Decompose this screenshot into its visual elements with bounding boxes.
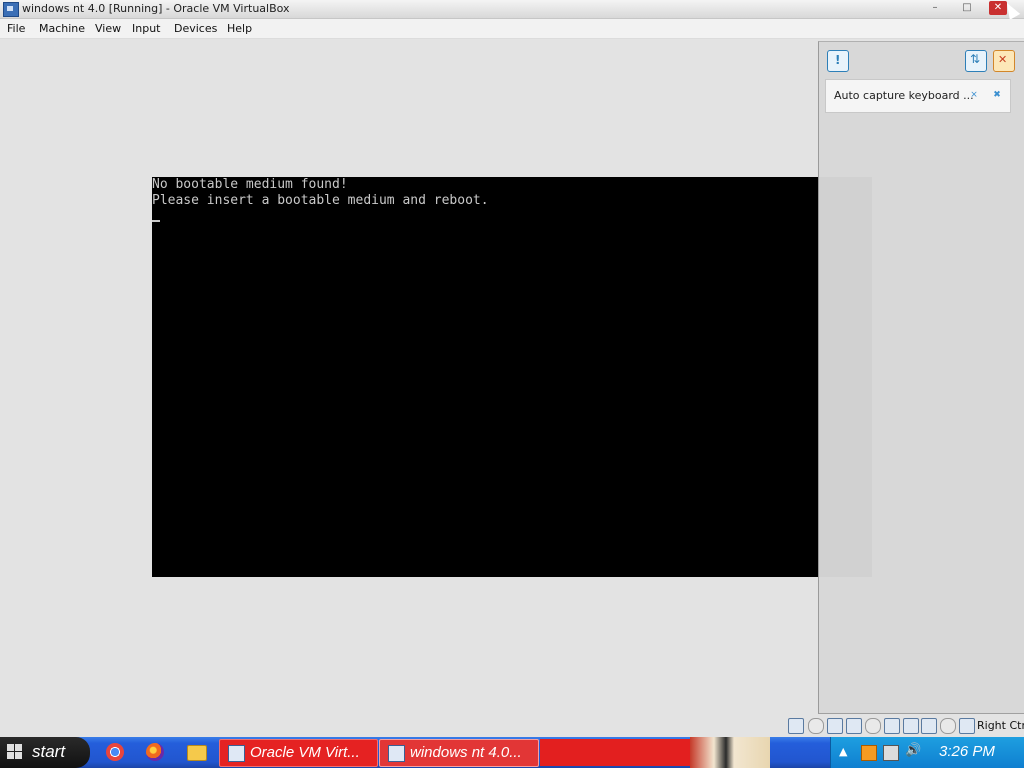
windows-flag-icon <box>7 744 23 760</box>
display-icon[interactable] <box>903 718 919 734</box>
taskbar-empty-area <box>540 739 690 766</box>
menu-input[interactable]: Input <box>132 22 160 35</box>
file-explorer-icon[interactable] <box>187 745 207 761</box>
firefox-icon[interactable] <box>146 743 164 761</box>
vm-console-screen[interactable]: No bootable medium found! Please insert … <box>152 177 818 577</box>
windows-taskbar: start Oracle VM Virt... windows nt 4.0..… <box>0 737 1024 768</box>
mouse-pointer-icon <box>1001 0 1021 20</box>
notification-item[interactable]: Auto capture keyboard ... ⨯ ✖ <box>825 79 1011 113</box>
video-capture-icon[interactable] <box>921 718 937 734</box>
menu-devices[interactable]: Devices <box>174 22 217 35</box>
menu-view[interactable]: View <box>95 22 121 35</box>
hard-disk-icon[interactable] <box>788 718 804 734</box>
console-line-2: Please insert a bootable medium and rebo… <box>152 193 489 208</box>
taskbar-button-virtualbox-manager[interactable]: Oracle VM Virt... <box>219 739 378 767</box>
menu-help[interactable]: Help <box>227 22 252 35</box>
system-tray: ▲ 🔊 3:26 PM <box>830 737 1024 768</box>
window-title: windows nt 4.0 [Running] - Oracle VM Vir… <box>22 2 290 15</box>
notification-info-icon[interactable] <box>827 50 849 72</box>
show-hidden-icons-arrow[interactable]: ▲ <box>839 745 847 758</box>
do-not-show-again-icon[interactable]: ⨯ <box>969 90 979 100</box>
menu-machine[interactable]: Machine <box>39 22 85 35</box>
volume-icon[interactable]: 🔊 <box>905 743 921 758</box>
virtualbox-cube-icon <box>228 745 245 762</box>
window-title-bar: windows nt 4.0 [Running] - Oracle VM Vir… <box>0 0 1024 20</box>
menu-bar: File Machine View Input Devices Help <box>0 19 1024 39</box>
virtualbox-app-icon <box>3 2 19 17</box>
console-text-cursor <box>152 220 160 222</box>
mouse-integration-icon[interactable] <box>940 718 956 734</box>
taskbar-wallpaper-strip <box>690 737 770 768</box>
host-key-label: Right Ctrl <box>977 719 1024 732</box>
taskbar-button-label: windows nt 4.0... <box>410 744 522 761</box>
keyboard-capture-icon[interactable] <box>959 718 975 734</box>
menu-file[interactable]: File <box>7 22 25 35</box>
vm-status-bar: Right Ctrl <box>782 716 1024 736</box>
notification-text: Auto capture keyboard ... <box>834 89 974 102</box>
usb-icon[interactable] <box>865 718 881 734</box>
notification-center-panel: Auto capture keyboard ... ⨯ ✖ <box>818 41 1024 714</box>
network-icon[interactable] <box>846 718 862 734</box>
maximize-button[interactable]: □ <box>958 1 976 15</box>
sort-notifications-button[interactable] <box>965 50 987 72</box>
taskbar-button-vm-window[interactable]: windows nt 4.0... <box>379 739 539 767</box>
system-clock[interactable]: 3:26 PM <box>939 743 995 760</box>
tray-app-icon[interactable] <box>861 745 877 761</box>
dismiss-notification-icon[interactable]: ✖ <box>992 90 1002 100</box>
clear-notifications-button[interactable] <box>993 50 1015 72</box>
shared-folders-icon[interactable] <box>884 718 900 734</box>
start-label: start <box>32 742 66 761</box>
taskbar-button-label: Oracle VM Virt... <box>250 744 360 761</box>
console-line-1: No bootable medium found! <box>152 177 348 192</box>
start-button[interactable]: start <box>0 737 90 768</box>
chrome-icon[interactable] <box>106 743 124 761</box>
network-tray-icon[interactable] <box>883 745 899 761</box>
virtualbox-vm-icon <box>388 745 405 762</box>
audio-icon[interactable] <box>827 718 843 734</box>
optical-drive-icon[interactable] <box>808 718 824 734</box>
minimize-button[interactable]: – <box>926 1 944 15</box>
